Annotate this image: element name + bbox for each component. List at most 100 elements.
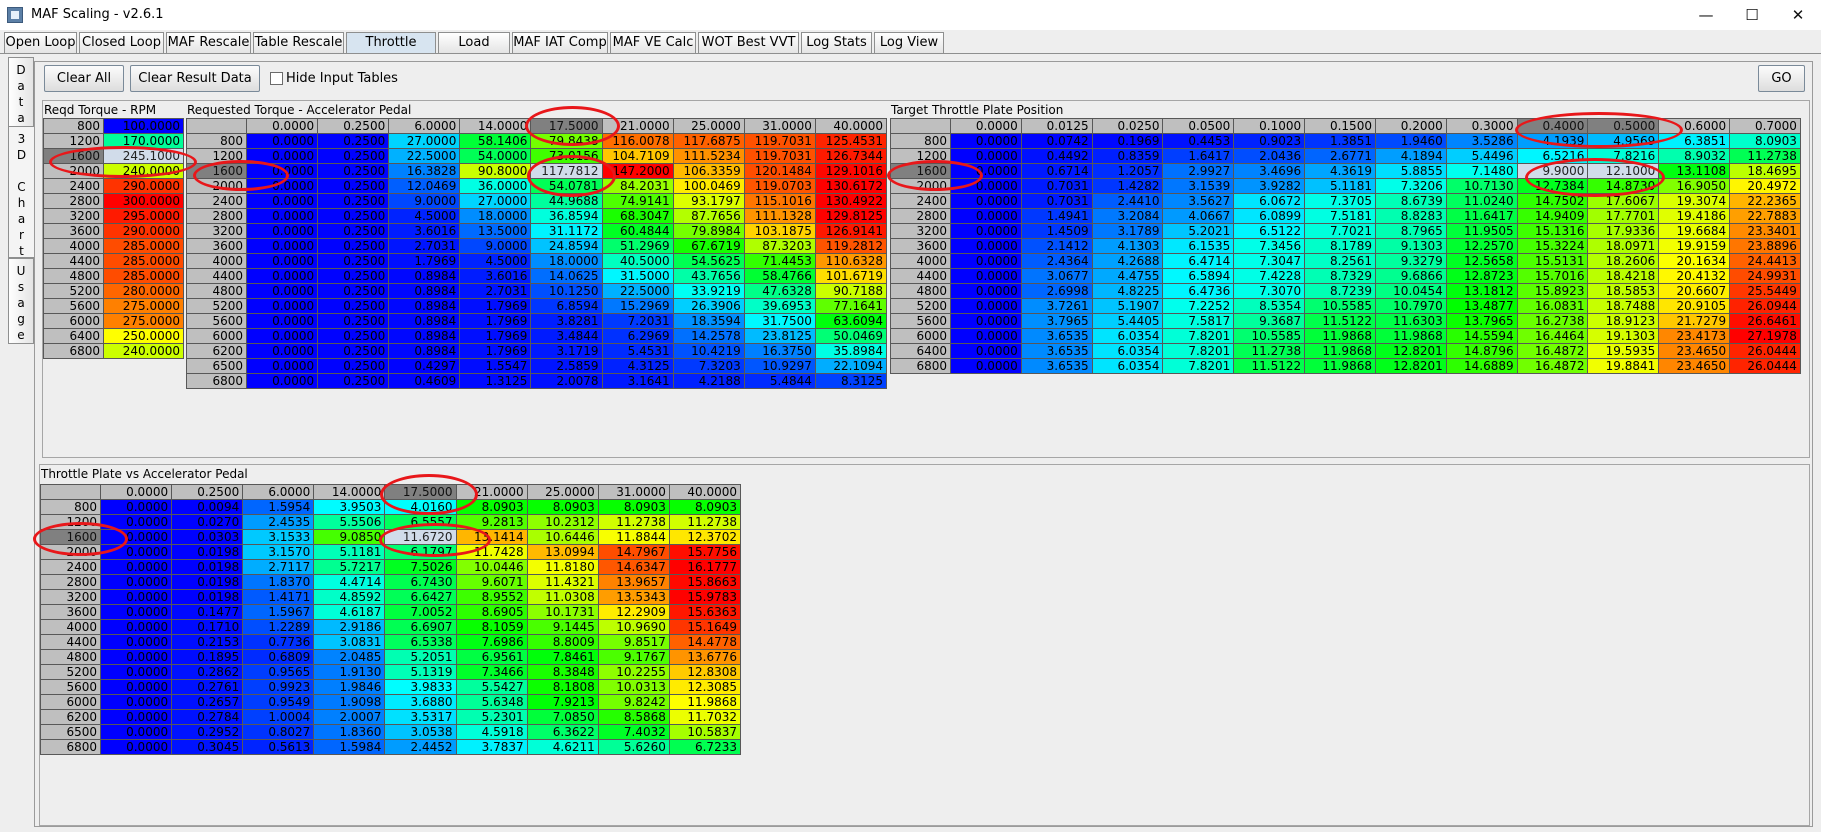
- column-header[interactable]: 0.4000: [1516, 118, 1589, 134]
- row-header[interactable]: 2400: [890, 193, 951, 209]
- table-cell[interactable]: 130.4922: [814, 193, 887, 209]
- tab-wot-best-vvt[interactable]: WOT Best VVT: [698, 32, 799, 53]
- table-cell[interactable]: 7.9213: [526, 694, 599, 710]
- table-cell[interactable]: 26.0444: [1729, 343, 1801, 359]
- table-cell[interactable]: 6.3622: [526, 724, 599, 740]
- table-cell[interactable]: 16.4872: [1516, 343, 1589, 359]
- table-cell[interactable]: 54.0781: [530, 178, 603, 194]
- table-cell[interactable]: 3.0538: [384, 724, 457, 740]
- table-cell[interactable]: 0.0000: [99, 604, 173, 620]
- table-cell[interactable]: 16.0831: [1516, 298, 1589, 314]
- table-cell[interactable]: 16.9050: [1658, 178, 1731, 194]
- row-header[interactable]: 4800: [186, 283, 247, 299]
- table-cell[interactable]: 3.0677: [1020, 268, 1093, 284]
- row-header[interactable]: 3200: [40, 589, 101, 605]
- table-cell[interactable]: 9.2813: [455, 514, 528, 530]
- table-cell[interactable]: 1.5967: [242, 604, 315, 620]
- table-cell[interactable]: 1.7969: [459, 298, 532, 314]
- table-cell[interactable]: 6.6427: [384, 589, 457, 605]
- table-cell[interactable]: 0.0000: [245, 193, 319, 209]
- table-cell[interactable]: 13.7965: [1445, 313, 1518, 329]
- row-header[interactable]: 1600: [890, 163, 951, 179]
- row-header[interactable]: 800: [890, 133, 951, 149]
- table-cell[interactable]: 275.0000: [103, 313, 184, 329]
- table-cell[interactable]: 17.6067: [1587, 193, 1660, 209]
- table-cell[interactable]: 18.0000: [459, 208, 532, 224]
- row-header[interactable]: 2800: [890, 208, 951, 224]
- table-cell[interactable]: 8.3125: [814, 373, 887, 389]
- table-cell[interactable]: 22.5000: [601, 283, 674, 299]
- table-cell[interactable]: 0.0000: [950, 358, 1022, 374]
- table-cell[interactable]: 2.6771: [1304, 148, 1376, 164]
- table-cell[interactable]: 3.4696: [1233, 163, 1306, 179]
- column-header[interactable]: 0.3000: [1445, 118, 1518, 134]
- table-cell[interactable]: 18.2606: [1587, 253, 1660, 269]
- table-cell[interactable]: 0.2952: [171, 724, 244, 740]
- table-cell[interactable]: 3.7837: [455, 739, 528, 755]
- table-cell[interactable]: 9.3687: [1233, 313, 1306, 329]
- table-cell[interactable]: 0.2500: [317, 148, 390, 164]
- table-cell[interactable]: 8.0903: [526, 499, 599, 515]
- table-cell[interactable]: 10.7130: [1445, 178, 1518, 194]
- table-cell[interactable]: 0.0000: [245, 148, 319, 164]
- table-cell[interactable]: 4.0667: [1162, 208, 1235, 224]
- row-header[interactable]: 2800: [186, 208, 247, 224]
- row-header[interactable]: 6200: [186, 343, 247, 359]
- table-cell[interactable]: 3.8281: [530, 313, 603, 329]
- table-cell[interactable]: 7.5181: [1304, 208, 1376, 224]
- table-cell[interactable]: 5.2051: [384, 649, 457, 665]
- table-cell[interactable]: 10.2312: [526, 514, 599, 530]
- close-button[interactable]: ✕: [1775, 0, 1821, 30]
- table-cell[interactable]: 0.9549: [242, 694, 315, 710]
- table-cell[interactable]: 4.6211: [526, 739, 599, 755]
- table-cell[interactable]: 0.2500: [317, 373, 390, 389]
- table-cell[interactable]: 18.4218: [1587, 268, 1660, 284]
- table-cell[interactable]: 0.0094: [171, 499, 244, 515]
- table-cell[interactable]: 13.6776: [668, 649, 741, 665]
- rpm-header[interactable]: 6000: [43, 313, 104, 329]
- table-cell[interactable]: 40.5000: [601, 253, 674, 269]
- table-cell[interactable]: 11.2738: [668, 514, 741, 530]
- table-cell[interactable]: 44.9688: [530, 193, 603, 209]
- table-cell[interactable]: 2.4410: [1091, 193, 1164, 209]
- table-cell[interactable]: 3.1539: [1162, 178, 1235, 194]
- table-cell[interactable]: 23.8125: [743, 328, 816, 344]
- table-cell[interactable]: 60.4844: [601, 223, 674, 239]
- table-cell[interactable]: 126.9141: [814, 223, 887, 239]
- table-cell[interactable]: 3.1533: [242, 529, 315, 545]
- table-cell[interactable]: 0.1477: [171, 604, 244, 620]
- rpm-header[interactable]: 2000: [43, 163, 104, 179]
- table-cell[interactable]: 3.6535: [1020, 358, 1093, 374]
- table-cell[interactable]: 130.6172: [814, 178, 887, 194]
- table-cell[interactable]: 11.9868: [1374, 328, 1447, 344]
- corner-cell[interactable]: [40, 484, 101, 500]
- table-cell[interactable]: 12.8723: [1445, 268, 1518, 284]
- rpm-header[interactable]: 2400: [43, 178, 104, 194]
- row-header[interactable]: 3600: [890, 238, 951, 254]
- table-cell[interactable]: 8.7329: [1304, 268, 1376, 284]
- table-cell[interactable]: 1.7969: [459, 313, 532, 329]
- table-cell[interactable]: 12.2570: [1445, 238, 1518, 254]
- row-header[interactable]: 5200: [186, 298, 247, 314]
- column-header[interactable]: 0.6000: [1658, 118, 1731, 134]
- table-cell[interactable]: 119.0703: [743, 178, 816, 194]
- table-cell[interactable]: 23.4173: [1658, 328, 1731, 344]
- table-cell[interactable]: 1.4282: [1091, 178, 1164, 194]
- table-cell[interactable]: 87.7656: [672, 208, 745, 224]
- table-cell[interactable]: 7.4228: [1233, 268, 1306, 284]
- table-cell[interactable]: 0.8984: [388, 328, 461, 344]
- table-cell[interactable]: 23.4650: [1658, 343, 1731, 359]
- table-cell[interactable]: 16.4872: [1516, 358, 1589, 374]
- tab-log-view[interactable]: Log View: [874, 32, 944, 53]
- table-cell[interactable]: 16.1777: [668, 559, 741, 575]
- table-cell[interactable]: 1.5954: [242, 499, 315, 515]
- table-cell[interactable]: 4.2688: [1091, 253, 1164, 269]
- table-cell[interactable]: 3.9282: [1233, 178, 1306, 194]
- table-cell[interactable]: 15.5131: [1516, 253, 1589, 269]
- row-header[interactable]: 3200: [890, 223, 951, 239]
- table-cell[interactable]: 0.2500: [317, 358, 390, 374]
- table-cell[interactable]: 0.5613: [242, 739, 315, 755]
- table-cell[interactable]: 3.6880: [384, 694, 457, 710]
- table-cell[interactable]: 10.6446: [526, 529, 599, 545]
- table-cell[interactable]: 19.4186: [1658, 208, 1731, 224]
